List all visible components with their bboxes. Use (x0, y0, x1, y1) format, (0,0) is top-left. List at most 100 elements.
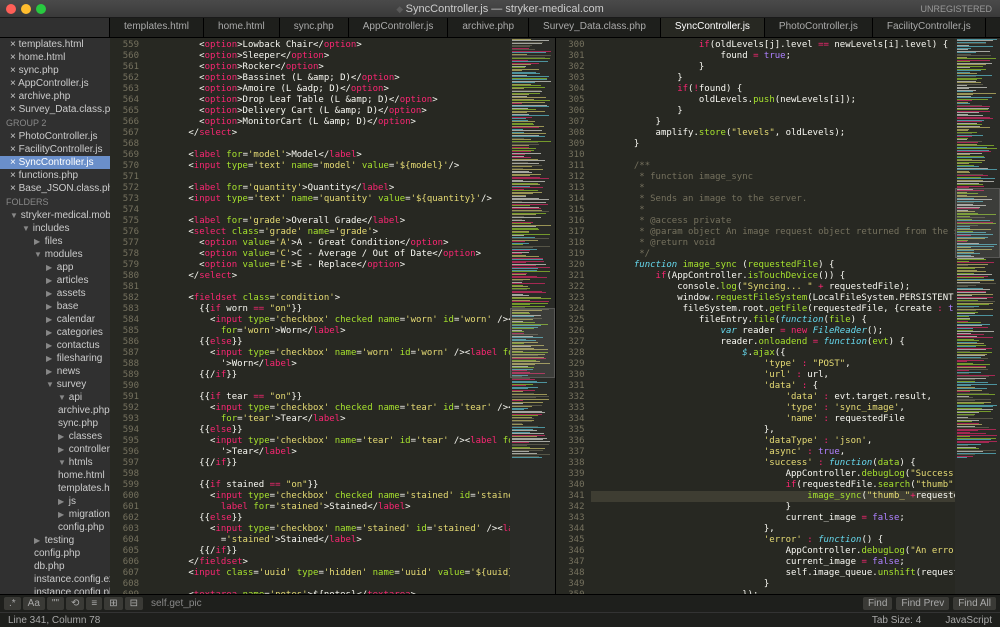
folder-item[interactable]: ▶ articles (0, 274, 110, 287)
main-area: × templates.html × home.html × sync.php … (0, 38, 1000, 594)
tab[interactable]: SyncController.js (986, 18, 1000, 37)
folder-item[interactable]: ▶ categories (0, 326, 110, 339)
code-right[interactable]: if(oldLevels[j].level == newLevels[i].le… (591, 38, 956, 594)
disclosure-icon: ▶ (46, 289, 54, 298)
disclosure-icon: ▶ (46, 328, 54, 337)
tab[interactable]: PhotoController.js (765, 18, 873, 37)
folder-item[interactable]: ▶ base (0, 300, 110, 313)
tab[interactable]: templates.html (110, 18, 204, 37)
folder-item[interactable]: ▶ filesharing (0, 352, 110, 365)
disclosure-icon: ▼ (58, 393, 66, 402)
disclosure-icon: ▶ (46, 315, 54, 324)
tab[interactable]: AppController.js (349, 18, 449, 37)
folder-item[interactable]: ▶ news (0, 365, 110, 378)
close-icon[interactable] (6, 4, 16, 14)
folder-item[interactable]: ▼ api (0, 391, 110, 404)
file-item[interactable]: × Survey_Data.class.php (0, 103, 110, 116)
find-all-button[interactable]: Find All (953, 597, 996, 610)
tab-size[interactable]: Tab Size: 4 (872, 615, 921, 626)
disclosure-icon: ▼ (34, 250, 42, 259)
cursor-position[interactable]: Line 341, Column 78 (8, 615, 100, 626)
file-item[interactable]: config.php (0, 521, 110, 534)
file-item[interactable]: × sync.php (0, 64, 110, 77)
minimize-icon[interactable] (21, 4, 31, 14)
find-option-button[interactable]: "" (47, 597, 64, 610)
tab[interactable]: Survey_Data.class.php (529, 18, 661, 37)
folder-item[interactable]: ▶ classes (0, 430, 110, 443)
file-item[interactable]: × templates.html (0, 38, 110, 51)
disclosure-icon: ▶ (46, 263, 54, 272)
folder-item[interactable]: ▶ contactus (0, 339, 110, 352)
tab-bar: templates.htmlhome.htmlsync.phpAppContro… (0, 18, 1000, 38)
folder-item[interactable]: ▶ app (0, 261, 110, 274)
disclosure-icon: ▶ (46, 341, 54, 350)
folder-item[interactable]: ▶ migrations (0, 508, 110, 521)
disclosure-icon: ▼ (10, 211, 18, 220)
tab[interactable]: FacilityController.js (873, 18, 986, 37)
file-item[interactable]: instance.config.php (0, 586, 110, 594)
folder-item[interactable]: ▼ htmls (0, 456, 110, 469)
disclosure-icon: ▶ (58, 510, 66, 519)
disclosure-icon: ▶ (34, 237, 42, 246)
sidebar-group: FOLDERS (0, 195, 110, 209)
file-item[interactable]: × functions.php (0, 169, 110, 182)
folder-item[interactable]: ▶ controllers (0, 443, 110, 456)
file-item[interactable]: instance.config.example (0, 573, 110, 586)
file-item[interactable]: home.html (0, 469, 110, 482)
file-item[interactable]: archive.php (0, 404, 110, 417)
find-prev-button[interactable]: Find Prev (896, 597, 949, 610)
tab[interactable]: home.html (204, 18, 280, 37)
file-item[interactable]: sync.php (0, 417, 110, 430)
file-item[interactable]: × archive.php (0, 90, 110, 103)
symbol-path[interactable]: self.get_pic (143, 598, 210, 609)
file-item[interactable]: × home.html (0, 51, 110, 64)
folder-item[interactable]: ▶ js (0, 495, 110, 508)
disclosure-icon: ▼ (58, 458, 66, 467)
sidebar-group: GROUP 2 (0, 116, 110, 130)
file-item[interactable]: config.php (0, 547, 110, 560)
minimap-right[interactable] (955, 38, 1000, 594)
folder-item[interactable]: ▼ survey (0, 378, 110, 391)
folder-item[interactable]: ▼ stryker-medical.mobi (0, 209, 110, 222)
code-left[interactable]: <option>Lowback Chair</option> <option>S… (145, 38, 510, 594)
find-option-button[interactable]: ≡ (86, 597, 102, 610)
disclosure-icon: ▶ (58, 497, 66, 506)
minimap-left[interactable] (510, 38, 555, 594)
find-bar: .*Aa""⟲≡⊞⊟ self.get_pic Find Find Prev F… (0, 594, 1000, 612)
find-option-button[interactable]: Aa (23, 597, 45, 610)
disclosure-icon: ▶ (46, 354, 54, 363)
file-item[interactable]: × Base_JSON.class.php (0, 182, 110, 195)
traffic-lights (6, 4, 46, 14)
find-option-button[interactable]: .* (4, 597, 21, 610)
disclosure-icon: ▶ (46, 367, 54, 376)
disclosure-icon: ▼ (22, 224, 30, 233)
folder-item[interactable]: ▶ testing (0, 534, 110, 547)
sidebar[interactable]: × templates.html × home.html × sync.php … (0, 38, 110, 594)
tab[interactable]: archive.php (448, 18, 529, 37)
file-item[interactable]: × PhotoController.js (0, 130, 110, 143)
tab[interactable]: SyncController.js (661, 18, 765, 37)
disclosure-icon: ▶ (58, 432, 66, 441)
file-item[interactable]: × AppController.js (0, 77, 110, 90)
left-pane: 559 560 561 562 563 564 565 566 567 568 … (110, 38, 555, 594)
find-button[interactable]: Find (863, 597, 892, 610)
folder-item[interactable]: ▼ includes (0, 222, 110, 235)
file-item[interactable]: templates.html (0, 482, 110, 495)
folder-item[interactable]: ▼ modules (0, 248, 110, 261)
find-option-button[interactable]: ⟲ (66, 597, 84, 610)
syntax-mode[interactable]: JavaScript (945, 615, 992, 626)
find-option-button[interactable]: ⊞ (104, 597, 122, 610)
status-bar: Line 341, Column 78 Tab Size: 4 JavaScri… (0, 612, 1000, 627)
unregistered-badge: UNREGISTERED (920, 4, 992, 14)
find-option-button[interactable]: ⊟ (125, 597, 143, 610)
gutter-right: 300 301 302 303 304 305 306 307 308 309 … (556, 38, 591, 594)
file-item[interactable]: db.php (0, 560, 110, 573)
maximize-icon[interactable] (36, 4, 46, 14)
window-title: SyncController.js — stryker-medical.com (396, 3, 603, 15)
file-item[interactable]: × FacilityController.js (0, 143, 110, 156)
folder-item[interactable]: ▶ calendar (0, 313, 110, 326)
folder-item[interactable]: ▶ assets (0, 287, 110, 300)
file-item[interactable]: × SyncController.js (0, 156, 110, 169)
tab[interactable]: sync.php (280, 18, 349, 37)
folder-item[interactable]: ▶ files (0, 235, 110, 248)
